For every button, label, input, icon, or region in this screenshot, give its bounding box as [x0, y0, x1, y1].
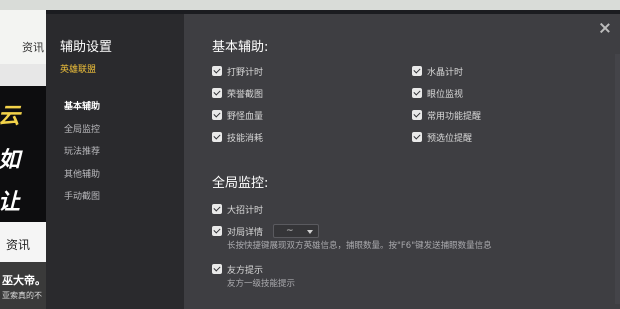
global-monitor-options: 大招计时 对局详情 ~ 长按快捷键展现双方英雄信息，捕眼数量。按"F6"键发送捕…	[212, 201, 612, 291]
checkbox-checked-icon[interactable]	[412, 66, 422, 76]
option-jungle-timer[interactable]: 打野计时	[212, 63, 263, 79]
banner-stripe	[0, 64, 46, 86]
basic-assist-options: 打野计时 水晶计时 荣誉截图 眼位监视 野怪血量 常用功能提醒 技能消耗 预选位…	[212, 63, 612, 151]
background-nav-label[interactable]: 资讯	[22, 39, 44, 55]
option-match-detail[interactable]: 对局详情 ~	[212, 223, 612, 239]
checkbox-checked-icon[interactable]	[412, 110, 422, 120]
option-label: 打野计时	[227, 67, 264, 78]
banner-text-1: 云	[0, 104, 21, 129]
checkbox-checked-icon[interactable]	[212, 110, 222, 120]
settings-sidebar: 辅助设置 英雄联盟 基本辅助 全局监控 玩法推荐 其他辅助 手动截图	[46, 14, 184, 309]
option-pick-reminder[interactable]: 预选位提醒	[412, 129, 472, 145]
sidebar-item-basic-assist[interactable]: 基本辅助	[46, 96, 184, 119]
banner-text-2: 如	[0, 148, 21, 173]
option-label: 荣誉截图	[227, 89, 264, 100]
background-banner[interactable]: 云 如 让	[0, 64, 46, 222]
assist-settings-dialog: 辅助设置 英雄联盟 基本辅助 全局监控 玩法推荐 其他辅助 手动截图 基本辅助:…	[46, 14, 620, 309]
match-detail-hotkey-select[interactable]: ~	[273, 224, 320, 238]
option-label: 常用功能提醒	[427, 111, 482, 122]
thumbnail-title: 巫大帝。	[2, 274, 46, 287]
close-icon[interactable]	[598, 22, 612, 36]
option-row: 打野计时 水晶计时	[212, 63, 612, 85]
option-row: 野怪血量 常用功能提醒	[212, 107, 612, 129]
option-label: 预选位提醒	[427, 133, 473, 144]
checkbox-checked-icon[interactable]	[212, 88, 222, 98]
sidebar-menu: 基本辅助 全局监控 玩法推荐 其他辅助 手动截图	[46, 96, 184, 209]
option-label: 对局详情	[227, 227, 264, 238]
option-monster-health[interactable]: 野怪血量	[212, 107, 263, 123]
option-common-reminder[interactable]: 常用功能提醒	[412, 107, 481, 123]
option-label: 友方提示	[227, 265, 264, 276]
option-honor-screenshot[interactable]: 荣誉截图	[212, 85, 263, 101]
sidebar-item-manual-screenshot[interactable]: 手动截图	[46, 186, 184, 209]
background-top-bar	[0, 0, 620, 10]
basic-assist-title: 基本辅助:	[212, 40, 269, 55]
option-row: 技能消耗 预选位提醒	[212, 129, 612, 151]
scrollbar-decoration	[615, 54, 620, 304]
global-monitor-title: 全局监控:	[212, 176, 269, 191]
checkbox-checked-icon[interactable]	[412, 132, 422, 142]
checkbox-checked-icon[interactable]	[212, 204, 222, 214]
game-name: 英雄联盟	[60, 65, 97, 75]
settings-main: 基本辅助: 打野计时 水晶计时 荣誉截图 眼位监视 野怪血量 常用功能提醒 技能…	[184, 14, 620, 309]
sidebar-item-global-monitor[interactable]: 全局监控	[46, 119, 184, 142]
ally-tip-description: 友方一级技能提示	[227, 279, 296, 289]
background-nav: 资讯	[0, 10, 46, 64]
option-crystal-timer[interactable]: 水晶计时	[412, 63, 463, 79]
option-ally-tip[interactable]: 友方提示	[212, 261, 612, 277]
option-label: 眼位监视	[427, 89, 464, 100]
checkbox-checked-icon[interactable]	[212, 226, 222, 236]
option-ward-monitor[interactable]: 眼位监视	[412, 85, 463, 101]
sidebar-item-other-assist[interactable]: 其他辅助	[46, 164, 184, 187]
option-row: 荣誉截图 眼位监视	[212, 85, 612, 107]
checkbox-checked-icon[interactable]	[412, 88, 422, 98]
select-value: ~	[286, 226, 294, 236]
option-label: 技能消耗	[227, 133, 264, 144]
checkbox-checked-icon[interactable]	[212, 66, 222, 76]
background-section-title: 资讯	[6, 238, 31, 252]
banner-text-3: 让	[0, 190, 21, 215]
option-ult-timer[interactable]: 大招计时	[212, 201, 612, 217]
checkbox-checked-icon[interactable]	[212, 264, 222, 274]
match-detail-description: 长按快捷键展现双方英雄信息，捕眼数量。按"F6"键发送捕眼数量信息	[227, 241, 492, 251]
thumbnail-subtitle: 亚索真的不	[2, 291, 42, 300]
option-label: 水晶计时	[427, 67, 464, 78]
dialog-title: 辅助设置	[60, 40, 113, 55]
chevron-down-icon	[307, 230, 314, 234]
checkbox-checked-icon[interactable]	[212, 132, 222, 142]
option-skill-cost[interactable]: 技能消耗	[212, 129, 263, 145]
sidebar-item-gameplay-recommend[interactable]: 玩法推荐	[46, 141, 184, 164]
option-label: 野怪血量	[227, 111, 264, 122]
option-label: 大招计时	[227, 205, 264, 216]
background-thumbnail[interactable]: 巫大帝。 亚索真的不	[0, 262, 46, 309]
